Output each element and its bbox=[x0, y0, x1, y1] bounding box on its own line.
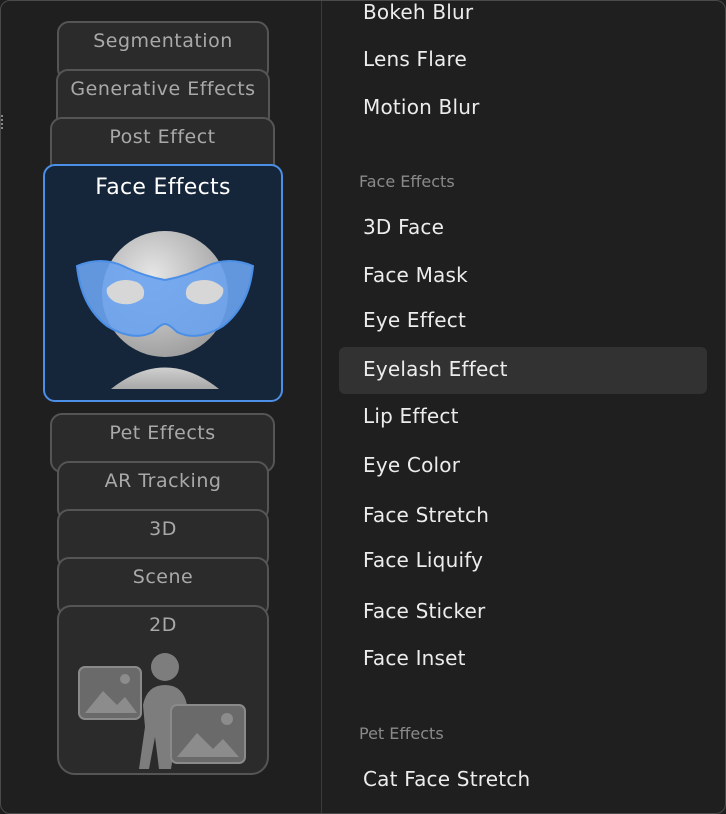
effect-label: Eye Color bbox=[363, 453, 461, 477]
effect-label: Face Mask bbox=[363, 263, 468, 287]
effect-item-eye-color[interactable]: Eye Color bbox=[363, 453, 460, 477]
effect-item-motion-blur[interactable]: Motion Blur bbox=[363, 95, 480, 119]
effect-label: Lens Flare bbox=[363, 47, 467, 71]
effect-label: Eyelash Effect bbox=[363, 357, 508, 381]
section-header-face-effects: Face Effects bbox=[359, 172, 455, 191]
effect-label: Cat Face Stretch bbox=[363, 767, 531, 791]
effect-item-bokeh-blur[interactable]: Bokeh Blur bbox=[363, 0, 474, 24]
effect-item-lens-flare[interactable]: Lens Flare bbox=[363, 47, 467, 71]
effect-item-face-mask[interactable]: Face Mask bbox=[363, 263, 468, 287]
effect-label: Face Inset bbox=[363, 646, 466, 670]
category-label: AR Tracking bbox=[104, 470, 222, 492]
effect-item-eye-effect[interactable]: Eye Effect bbox=[363, 308, 466, 332]
effect-label: Face Stretch bbox=[363, 503, 490, 527]
person-with-images-icon bbox=[78, 653, 246, 769]
section-header-pet-effects: Pet Effects bbox=[359, 724, 444, 743]
category-label: Face Effects bbox=[95, 175, 231, 200]
category-2d[interactable]: 2D bbox=[57, 605, 269, 775]
effect-item-face-sticker[interactable]: Face Sticker bbox=[363, 599, 485, 623]
effect-label: Lip Effect bbox=[363, 404, 459, 428]
effect-item-cat-face-stretch[interactable]: Cat Face Stretch bbox=[363, 767, 530, 791]
effect-label: Bokeh Blur bbox=[363, 0, 474, 24]
face-mask-icon bbox=[75, 231, 255, 389]
category-label: Pet Effects bbox=[109, 422, 216, 444]
effect-item-3d-face[interactable]: 3D Face bbox=[363, 215, 444, 239]
effect-label: Motion Blur bbox=[363, 95, 480, 119]
panel-divider bbox=[321, 1, 322, 813]
edge-marker bbox=[1, 115, 6, 129]
effect-label: Face Sticker bbox=[363, 599, 486, 623]
effect-item-face-stretch[interactable]: Face Stretch bbox=[363, 503, 489, 527]
category-face-effects[interactable]: Face Effects bbox=[43, 164, 283, 402]
effect-item-face-liquify[interactable]: Face Liquify bbox=[363, 548, 483, 572]
effect-item-lip-effect[interactable]: Lip Effect bbox=[363, 404, 459, 428]
effect-item-eyelash-effect[interactable]: Eyelash Effect bbox=[363, 357, 508, 381]
effect-label: Eye Effect bbox=[363, 308, 466, 332]
category-label: Scene bbox=[132, 566, 194, 588]
effect-label: Face Liquify bbox=[363, 548, 484, 572]
category-label: Segmentation bbox=[93, 30, 233, 52]
effect-item-face-inset[interactable]: Face Inset bbox=[363, 646, 466, 670]
category-label: Generative Effects bbox=[70, 78, 256, 100]
category-label: Post Effect bbox=[109, 126, 216, 148]
category-label: 2D bbox=[149, 614, 177, 636]
effect-label: 3D Face bbox=[363, 215, 445, 239]
category-label: 3D bbox=[149, 518, 177, 540]
effects-panel: Segmentation Generative Effects Post Eff… bbox=[0, 0, 726, 814]
effects-list: Bokeh Blur Lens Flare Motion Blur Face E… bbox=[323, 1, 725, 813]
